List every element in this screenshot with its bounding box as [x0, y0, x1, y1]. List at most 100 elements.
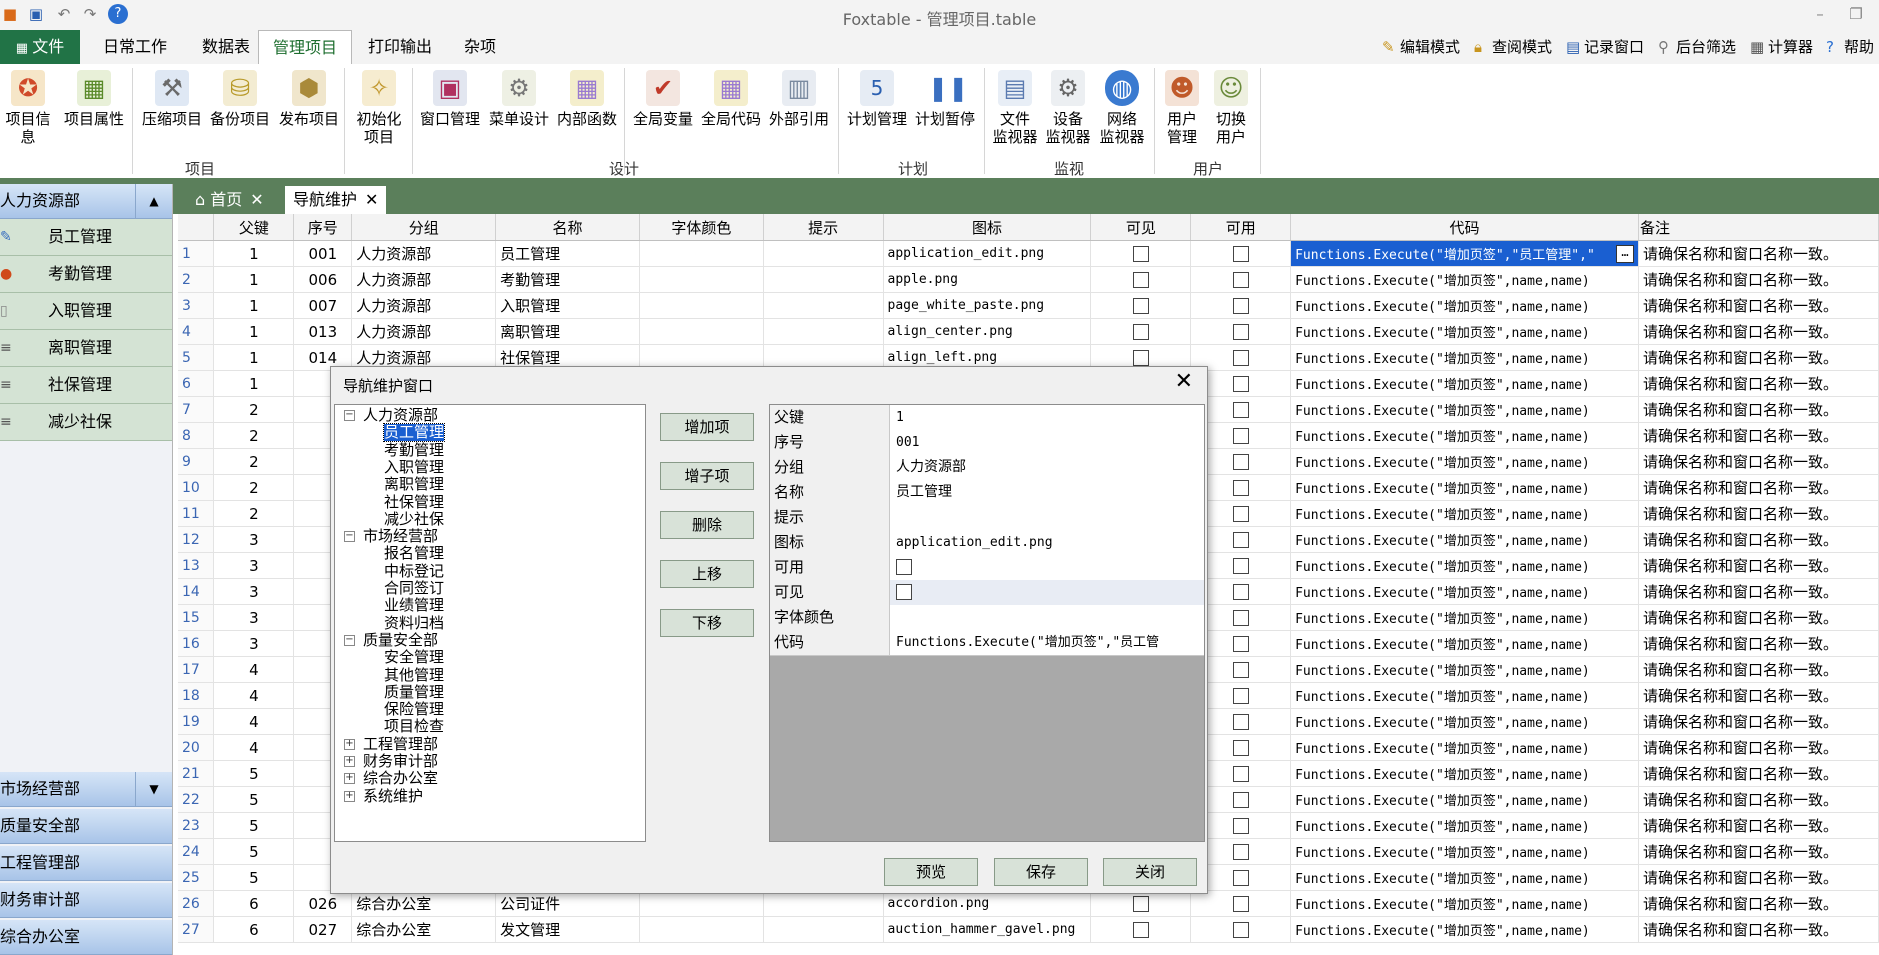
property-value[interactable]: 员工管理 [896, 480, 1204, 505]
cell-font-color[interactable] [639, 916, 764, 943]
cell-parent-key[interactable]: 1 [213, 240, 295, 267]
cell-icon[interactable]: apple.png [883, 266, 1092, 293]
edit-mode-link[interactable]: ✎ 编辑模式 [1382, 35, 1460, 59]
column-header[interactable]: 分组 [351, 214, 497, 241]
collapse-up-icon[interactable]: ▲ [135, 184, 172, 218]
row-number[interactable]: 18 [178, 682, 215, 709]
cell-font-color[interactable] [639, 292, 764, 319]
column-header[interactable]: 序号 [293, 214, 353, 241]
nav-group-market[interactable]: 市场经营部 ▼ [0, 772, 172, 807]
cell-note[interactable]: 请确保名称和窗口名称一致。 [1638, 786, 1879, 813]
cell-parent-key[interactable]: 5 [213, 864, 295, 891]
visible-checkbox[interactable] [1132, 896, 1149, 912]
expand-node-icon[interactable]: + [344, 773, 355, 785]
enabled-checkbox[interactable] [1232, 532, 1249, 548]
tab-file[interactable]: ▦ 文件 [0, 30, 80, 64]
table-row[interactable]: 1 1 001 人力资源部 员工管理 application_edit.png… Funct… [178, 240, 1879, 267]
collapse-node-icon[interactable]: − [344, 410, 355, 421]
cell-note[interactable]: 请确保名称和窗口名称一致。 [1638, 890, 1879, 917]
visible-checkbox[interactable] [1132, 246, 1149, 262]
row-number[interactable]: 17 [178, 656, 215, 683]
nav-item-onboarding[interactable]: ▯ 入职管理 [0, 293, 172, 330]
enabled-checkbox[interactable] [1232, 506, 1249, 522]
collapse-node-icon[interactable]: − [344, 531, 355, 543]
cell-note[interactable]: 请确保名称和窗口名称一致。 [1638, 734, 1879, 761]
cell-parent-key[interactable]: 3 [213, 552, 295, 579]
row-number[interactable]: 25 [178, 864, 215, 891]
row-number[interactable]: 10 [178, 474, 215, 501]
cell-font-color[interactable] [639, 890, 764, 917]
property-checkbox[interactable] [896, 584, 912, 600]
enabled-checkbox[interactable] [1232, 246, 1249, 262]
enabled-checkbox[interactable] [1232, 636, 1249, 652]
column-header[interactable]: 图标 [883, 214, 1092, 241]
visible-checkbox[interactable] [1132, 922, 1149, 938]
visible-checkbox[interactable] [1132, 324, 1149, 340]
enabled-checkbox[interactable] [1232, 792, 1249, 808]
tree-group-node[interactable]: 综合办公室 [363, 770, 438, 787]
property-value[interactable] [896, 580, 1204, 605]
tree-group-node[interactable]: 质量安全部 [363, 631, 438, 649]
nav-item-social-security[interactable]: ≡ 社保管理 [0, 367, 172, 404]
cell-code[interactable]: Functions.Execute("增加页签",name,name) [1290, 838, 1639, 865]
cell-code[interactable]: Functions.Execute("增加页签",name,name) [1290, 760, 1639, 787]
internal-function-button[interactable]: ▦ 内部函数 [554, 70, 620, 128]
cell-note[interactable]: 请确保名称和窗口名称一致。 [1638, 708, 1879, 735]
enabled-checkbox[interactable] [1232, 844, 1249, 860]
cell-group[interactable]: 人力资源部 [351, 266, 497, 293]
cell-code[interactable]: Functions.Execute("增加页签",name,name) [1290, 682, 1639, 709]
cell-parent-key[interactable]: 5 [213, 786, 295, 813]
cell-enabled[interactable] [1190, 292, 1292, 319]
cell-code[interactable]: Functions.Execute("增加页签",name,name) [1290, 344, 1639, 371]
minimize-icon[interactable]: – [1810, 4, 1830, 24]
global-code-button[interactable]: ▦ 全局代码 [698, 70, 764, 128]
cell-enabled[interactable] [1190, 318, 1292, 345]
expand-node-icon[interactable]: + [344, 790, 355, 802]
nav-item-resignation[interactable]: ≡ 离职管理 [0, 330, 172, 367]
row-number[interactable]: 6 [178, 370, 215, 397]
help-link[interactable]: ? 帮助 [1826, 35, 1874, 59]
cell-note[interactable]: 请确保名称和窗口名称一致。 [1638, 812, 1879, 839]
cell-parent-key[interactable]: 1 [213, 370, 295, 397]
close-icon[interactable]: ✕ [250, 190, 263, 209]
cell-parent-key[interactable]: 2 [213, 448, 295, 475]
cell-parent-key[interactable]: 2 [213, 396, 295, 423]
network-monitor-button[interactable]: ◍ 网络 监视器 [1096, 70, 1148, 146]
cell-code[interactable]: Functions.Execute("增加页签",name,name) [1290, 448, 1639, 475]
cell-enabled[interactable] [1190, 240, 1292, 267]
row-number[interactable]: 26 [178, 890, 215, 917]
tree-leaf-node[interactable]: 其他管理 [384, 666, 444, 684]
cell-tip[interactable] [763, 292, 884, 319]
close-icon[interactable]: ✕ [1175, 369, 1193, 394]
column-header[interactable]: 代码 [1290, 214, 1639, 241]
tree-leaf-node[interactable]: 考勤管理 [384, 441, 444, 459]
enabled-checkbox[interactable] [1232, 688, 1249, 704]
column-header[interactable]: 提示 [763, 214, 884, 241]
cell-parent-key[interactable]: 4 [213, 682, 295, 709]
property-value[interactable]: 001 [896, 430, 1204, 455]
cell-icon[interactable]: auction_hammer_gavel.png [883, 916, 1092, 943]
window-manage-button[interactable]: ▣ 窗口管理 [418, 70, 482, 128]
cell-code[interactable]: Functions.Execute("增加页签",name,name) [1290, 370, 1639, 397]
cell-tip[interactable] [763, 916, 884, 943]
cell-group[interactable]: 综合办公室 [351, 916, 497, 943]
row-number[interactable]: 3 [178, 292, 215, 319]
row-number[interactable]: 8 [178, 422, 215, 449]
cell-code[interactable]: Functions.Execute("增加页签",name,name) [1290, 422, 1639, 449]
preview-button[interactable]: 预览 [884, 858, 978, 886]
tab-manage-project[interactable]: 管理项目 [258, 30, 352, 66]
cell-code[interactable]: Functions.Execute("增加页签",name,name) [1290, 734, 1639, 761]
row-number[interactable]: 9 [178, 448, 215, 475]
switch-user-button[interactable]: ☺ 切换 用户 [1208, 70, 1254, 146]
cell-parent-key[interactable]: 1 [213, 344, 295, 371]
restore-icon[interactable]: ❐ [1846, 4, 1866, 24]
tab-print-output[interactable]: 打印输出 [358, 30, 442, 64]
cell-note[interactable]: 请确保名称和窗口名称一致。 [1638, 396, 1879, 423]
cell-note[interactable]: 请确保名称和窗口名称一致。 [1638, 526, 1879, 553]
backup-project-button[interactable]: ⛁ 备份项目 [208, 70, 272, 128]
cell-parent-key[interactable]: 5 [213, 838, 295, 865]
cell-icon[interactable]: accordion.png [883, 890, 1092, 917]
tree-group-node[interactable]: 工程管理部 [363, 735, 438, 753]
enabled-checkbox[interactable] [1232, 922, 1249, 938]
cell-note[interactable]: 请确保名称和窗口名称一致。 [1638, 838, 1879, 865]
